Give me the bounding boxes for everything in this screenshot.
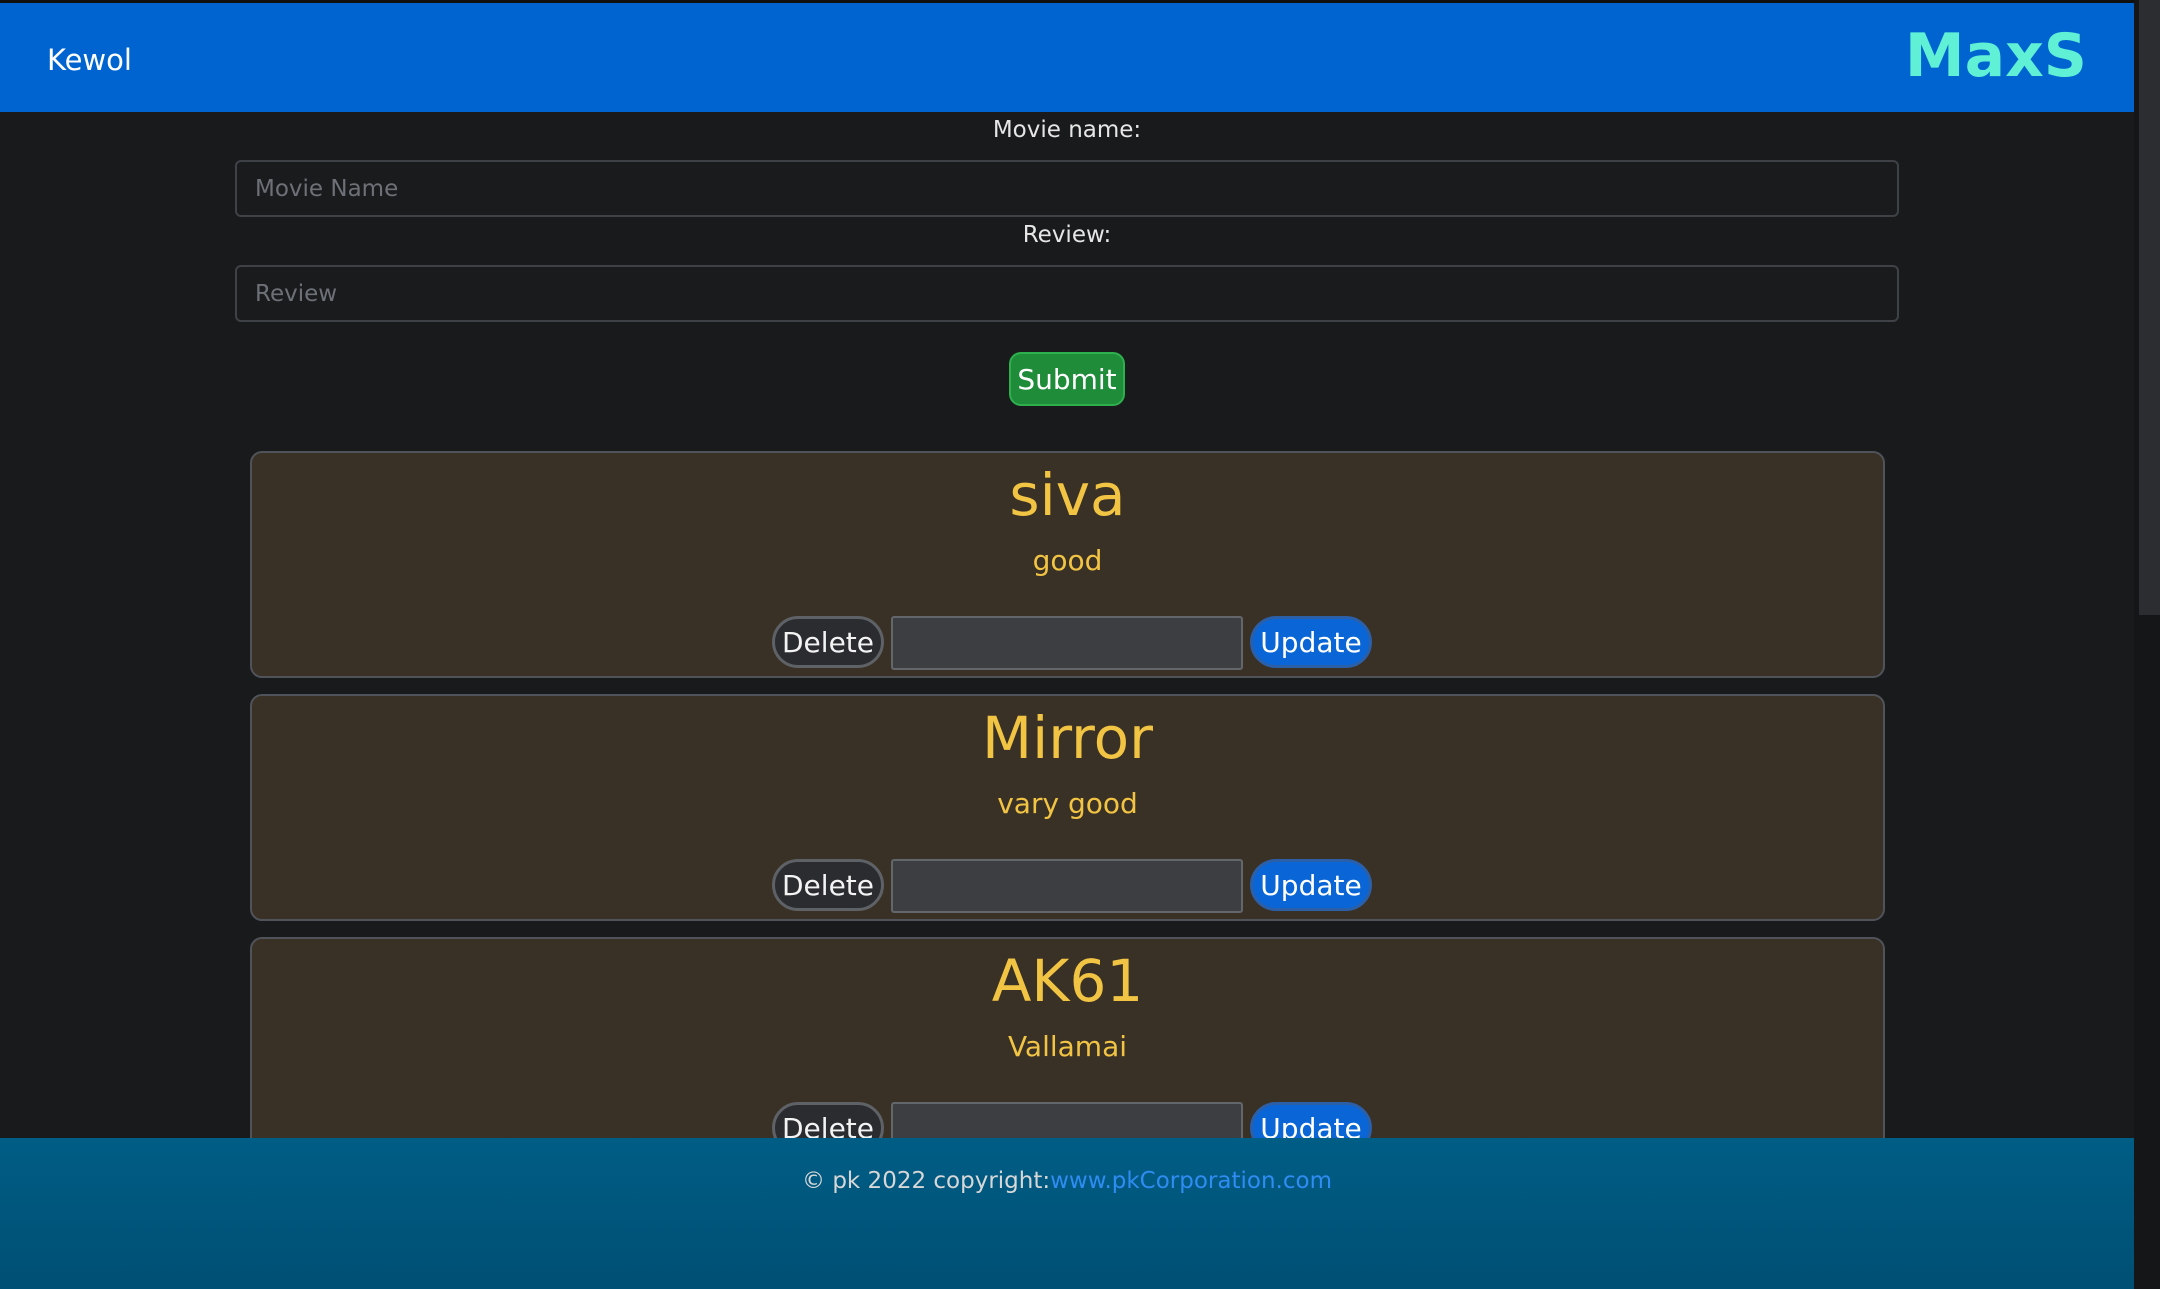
movie-name-input[interactable] bbox=[235, 160, 1899, 217]
update-review-input[interactable] bbox=[891, 616, 1243, 670]
update-button[interactable]: Update bbox=[1250, 859, 1372, 911]
movie-title: Mirror bbox=[982, 704, 1153, 772]
review-card: AK61 Vallamai Delete Update bbox=[250, 937, 1885, 1164]
footer-copyright: © pk 2022 copyright:www.pkCorporation.co… bbox=[0, 1168, 2134, 1194]
navbar: Kewol MaxS bbox=[0, 3, 2134, 112]
copyright-text: © pk 2022 copyright: bbox=[802, 1168, 1051, 1194]
footer: © pk 2022 copyright:www.pkCorporation.co… bbox=[0, 1138, 2134, 1289]
footer-link[interactable]: www.pkCorporation.com bbox=[1050, 1168, 1332, 1194]
movie-name-label: Movie name: bbox=[992, 117, 1142, 143]
brand-logo[interactable]: MaxS bbox=[1905, 21, 2087, 91]
movie-review: vary good bbox=[997, 787, 1138, 820]
review-label: Review: bbox=[1022, 222, 1112, 248]
review-card: siva good Delete Update bbox=[250, 451, 1885, 678]
movie-title: siva bbox=[1009, 461, 1126, 529]
update-review-input[interactable] bbox=[891, 859, 1243, 913]
delete-button[interactable]: Delete bbox=[772, 859, 884, 911]
review-card: Mirror vary good Delete Update bbox=[250, 694, 1885, 921]
update-button[interactable]: Update bbox=[1250, 616, 1372, 668]
brand-link[interactable]: Kewol bbox=[47, 43, 132, 77]
review-input[interactable] bbox=[235, 265, 1899, 322]
submit-button[interactable]: Submit bbox=[1009, 352, 1125, 406]
scrollbar-thumb[interactable] bbox=[2139, 0, 2160, 615]
movie-review: Vallamai bbox=[1007, 1030, 1128, 1063]
app-viewport: Kewol MaxS Movie name: Review: Submit si… bbox=[0, 0, 2134, 1289]
movie-review: good bbox=[1032, 544, 1103, 577]
delete-button[interactable]: Delete bbox=[772, 616, 884, 668]
movie-title: AK61 bbox=[991, 947, 1144, 1015]
